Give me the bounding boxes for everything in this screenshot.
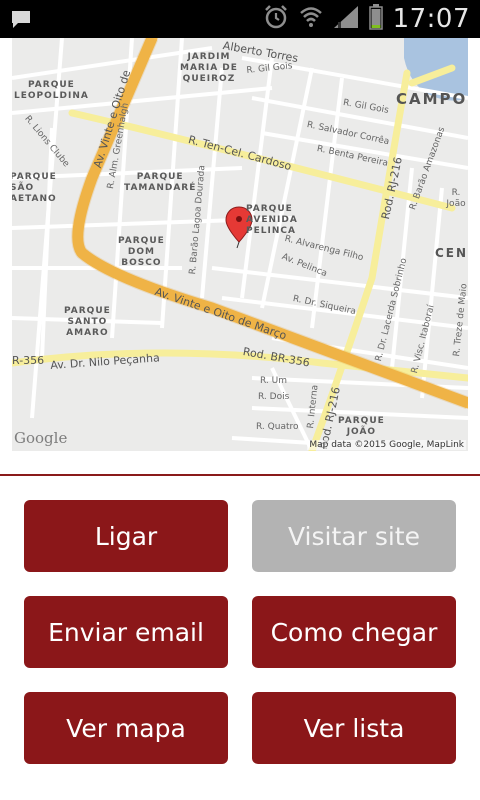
- view-map-button[interactable]: Ver mapa: [24, 692, 228, 764]
- alarm-icon: [263, 4, 289, 34]
- clock: 17:07: [392, 4, 470, 34]
- map-label: JARDIM MARIA DE QUEIROZ: [180, 52, 238, 84]
- map-label: PARQUE SANTO AMARO: [64, 306, 111, 338]
- map-attribution: Map data ©2015 Google, MapLink: [307, 440, 466, 450]
- map-label: R-356: [12, 354, 45, 367]
- signal-icon: [333, 5, 359, 33]
- location-map[interactable]: JARDIM MARIA DE QUEIROZ PARQUE LEOPOLDINA P…: [12, 38, 468, 451]
- map-label: CENT: [435, 246, 468, 260]
- map-label: CAMPO: [396, 90, 468, 108]
- map-label: PARQUE DOM BOSCO: [118, 236, 165, 268]
- call-button[interactable]: Ligar: [24, 500, 228, 572]
- google-logo: Google: [14, 429, 68, 447]
- notification-icon: [10, 9, 32, 33]
- map-label: R. Um: [260, 376, 288, 386]
- map-label: PARQUE SÃO AETANO: [12, 172, 57, 204]
- status-bar: 17:07: [0, 0, 480, 38]
- battery-icon: [368, 4, 383, 34]
- directions-button[interactable]: Como chegar: [252, 596, 456, 668]
- map-label: R. Quatro: [256, 422, 299, 432]
- map-label: PARQUE AVENIDA PELINCA: [246, 204, 298, 236]
- map-label: PARQUE TAMANDARÉ: [124, 172, 197, 193]
- visit-site-button[interactable]: Visitar site: [252, 500, 456, 572]
- map-label: PARQUE JOÃO: [338, 416, 385, 437]
- map-label: R. João: [446, 188, 466, 209]
- map-label: R. Dois: [258, 392, 290, 402]
- send-email-button[interactable]: Enviar email: [24, 596, 228, 668]
- wifi-icon: [299, 5, 323, 33]
- view-list-button[interactable]: Ver lista: [252, 692, 456, 764]
- section-divider: [0, 474, 480, 476]
- map-label: PARQUE LEOPOLDINA: [14, 80, 89, 101]
